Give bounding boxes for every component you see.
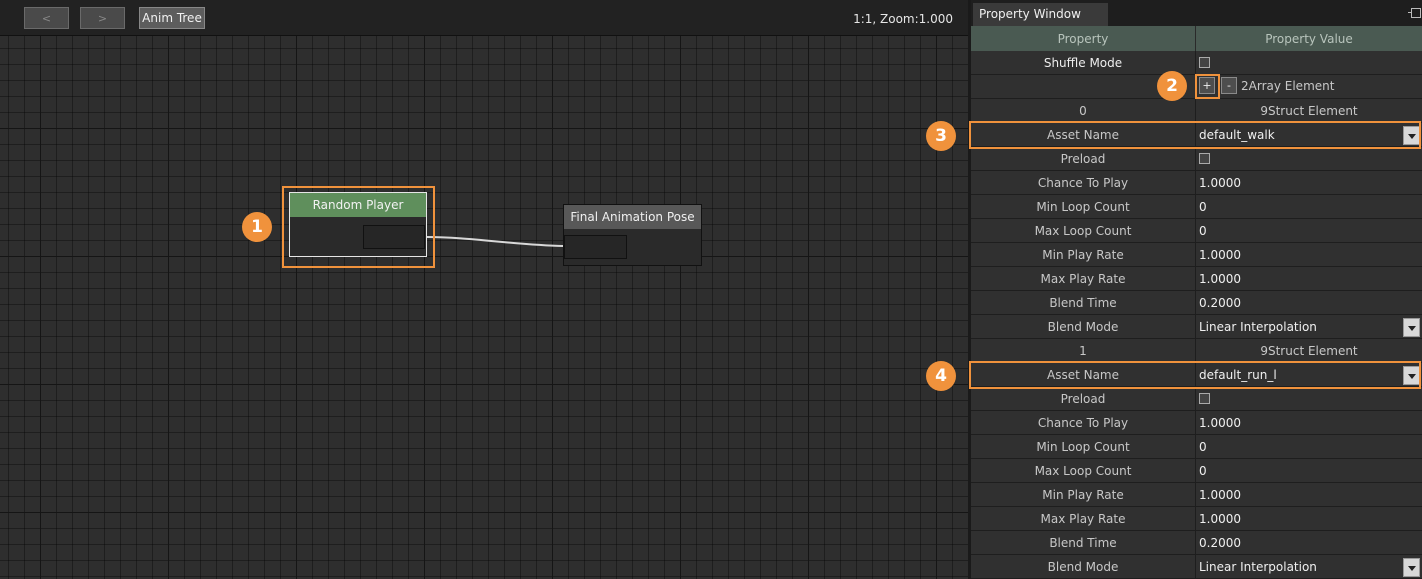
annotation-badge: 3 [926, 121, 956, 151]
pin-icon[interactable] [1408, 8, 1421, 18]
element-index: 0 [971, 99, 1196, 122]
property-label: Min Loop Count [971, 195, 1196, 218]
annotation-badge: 1 [242, 212, 272, 242]
asset-name-value: default_walk [1199, 127, 1275, 142]
shuffle-mode-checkbox[interactable] [1199, 57, 1210, 68]
property-label: Chance To Play [971, 411, 1196, 434]
annotation-badge: 4 [926, 361, 956, 391]
dropdown-arrow-icon[interactable] [1403, 558, 1420, 577]
array-controls-row: + - 2Array Element [971, 75, 1422, 99]
property-window-tab[interactable]: Property Window [973, 3, 1108, 26]
connection-wire [426, 236, 564, 247]
chance-to-play-value[interactable]: 1.0000 [1196, 171, 1422, 194]
property-label: Min Play Rate [971, 483, 1196, 506]
property-row: Max Loop Count 0 [971, 459, 1422, 483]
property-row: Min Play Rate 1.0000 [971, 483, 1422, 507]
array-element-label: 2Array Element [1241, 78, 1335, 93]
blend-mode-value: Linear Interpolation [1199, 559, 1317, 574]
property-label: Min Play Rate [971, 243, 1196, 266]
property-row: Min Loop Count 0 [971, 195, 1422, 219]
chance-to-play-value[interactable]: 1.0000 [1196, 411, 1422, 434]
property-column-header: Property Property Value [971, 26, 1422, 51]
preload-checkbox[interactable] [1199, 393, 1210, 404]
property-row: Max Play Rate 1.0000 [971, 267, 1422, 291]
property-label: Preload [971, 387, 1196, 410]
max-play-rate-value[interactable]: 1.0000 [1196, 267, 1422, 290]
dropdown-arrow-icon[interactable] [1403, 366, 1420, 385]
property-label: Max Loop Count [971, 219, 1196, 242]
property-label: Asset Name [971, 363, 1196, 386]
node-title: Random Player [290, 193, 426, 217]
property-row: Min Loop Count 0 [971, 435, 1422, 459]
property-label: Blend Mode [971, 555, 1196, 578]
property-window: Property Window Property Property Value … [968, 0, 1422, 579]
anim-tree-tab-button[interactable]: Anim Tree [139, 7, 205, 29]
graph-editor-canvas[interactable]: < > Anim Tree 1:1, Zoom:1.000 Random Pla… [0, 0, 968, 579]
property-value-header: Property Value [1265, 31, 1353, 46]
editor-toolbar: < > Anim Tree 1:1, Zoom:1.000 [0, 0, 968, 36]
final-animation-pose-node[interactable]: Final Animation Pose [563, 204, 702, 266]
input-pin[interactable] [564, 235, 627, 259]
min-play-rate-value[interactable]: 1.0000 [1196, 243, 1422, 266]
min-play-rate-value[interactable]: 1.0000 [1196, 483, 1422, 506]
element-index: 1 [971, 339, 1196, 362]
annotation-badge: 2 [1157, 71, 1187, 101]
zoom-status: 1:1, Zoom:1.000 [853, 12, 953, 26]
forward-button[interactable]: > [80, 7, 125, 29]
output-pin[interactable] [363, 225, 425, 249]
asset-name-row: Asset Name default_walk [971, 123, 1422, 147]
property-row: Blend Time 0.2000 [971, 531, 1422, 555]
max-loop-count-value[interactable]: 0 [1196, 219, 1422, 242]
min-loop-count-value[interactable]: 0 [1196, 195, 1422, 218]
preload-checkbox[interactable] [1199, 153, 1210, 164]
node-title: Final Animation Pose [564, 205, 701, 229]
property-header: Property [971, 26, 1196, 51]
struct-header-row: 0 9Struct Element [971, 99, 1422, 123]
property-label: Blend Time [971, 531, 1196, 554]
struct-header-row: 1 9Struct Element [971, 339, 1422, 363]
min-loop-count-value[interactable]: 0 [1196, 435, 1422, 458]
property-label: Min Loop Count [971, 435, 1196, 458]
property-label: Max Play Rate [971, 267, 1196, 290]
property-label: Max Play Rate [971, 507, 1196, 530]
asset-name-row: Asset Name default_run_l [971, 363, 1422, 387]
property-row: Min Play Rate 1.0000 [971, 243, 1422, 267]
dropdown-arrow-icon[interactable] [1403, 318, 1420, 337]
property-row: Blend Time 0.2000 [971, 291, 1422, 315]
preload-row: Preload [971, 147, 1422, 171]
struct-element-label: 9Struct Element [1260, 103, 1358, 118]
blend-mode-row: Blend Mode Linear Interpolation [971, 555, 1422, 579]
preload-row: Preload [971, 387, 1422, 411]
property-label: Shuffle Mode [971, 51, 1196, 74]
property-row: Chance To Play 1.0000 [971, 171, 1422, 195]
property-row: Max Loop Count 0 [971, 219, 1422, 243]
max-loop-count-value[interactable]: 0 [1196, 459, 1422, 482]
blend-mode-value: Linear Interpolation [1199, 319, 1317, 334]
struct-element-label: 9Struct Element [1260, 343, 1358, 358]
dropdown-arrow-icon[interactable] [1403, 126, 1420, 145]
property-row: Chance To Play 1.0000 [971, 411, 1422, 435]
max-play-rate-value[interactable]: 1.0000 [1196, 507, 1422, 530]
blend-time-value[interactable]: 0.2000 [1196, 531, 1422, 554]
property-rows: Shuffle Mode + - 2Array Element 0 9Struc… [971, 51, 1422, 579]
shuffle-mode-row: Shuffle Mode [971, 51, 1422, 75]
property-label: Max Loop Count [971, 459, 1196, 482]
property-row: Max Play Rate 1.0000 [971, 507, 1422, 531]
remove-element-button[interactable]: - [1221, 77, 1237, 94]
panel-tab-bar: Property Window [971, 0, 1422, 26]
property-label: Blend Time [971, 291, 1196, 314]
property-label: Preload [971, 147, 1196, 170]
add-element-button[interactable]: + [1199, 77, 1215, 94]
random-player-node[interactable]: Random Player [289, 192, 427, 257]
property-label: Blend Mode [971, 315, 1196, 338]
property-label: Chance To Play [971, 171, 1196, 194]
property-label: Asset Name [971, 123, 1196, 146]
back-button[interactable]: < [24, 7, 69, 29]
asset-name-value: default_run_l [1199, 367, 1277, 382]
blend-time-value[interactable]: 0.2000 [1196, 291, 1422, 314]
blend-mode-row: Blend Mode Linear Interpolation [971, 315, 1422, 339]
